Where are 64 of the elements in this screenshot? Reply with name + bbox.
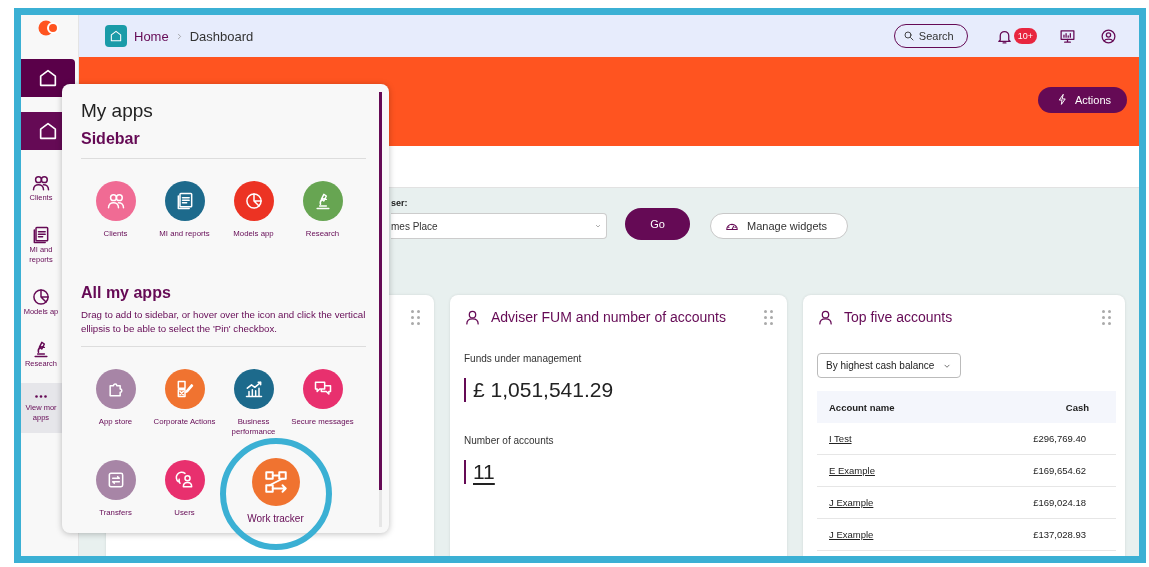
pie-chart-icon	[243, 191, 264, 211]
app-label[interactable]: Work tracker	[230, 513, 321, 524]
account-link[interactable]: J Example	[829, 529, 874, 540]
popup-title: My apps	[81, 100, 154, 122]
breadcrumb-item[interactable]: Home	[134, 28, 169, 44]
app-icon[interactable]	[95, 459, 136, 500]
notification-badge: 10+	[1013, 28, 1037, 44]
home-tile[interactable]	[21, 59, 75, 97]
app-icon[interactable]	[95, 181, 136, 221]
card-title: Adviser FUM and number of accounts	[491, 309, 726, 325]
drag-handle-icon[interactable]	[411, 309, 420, 325]
value-link[interactable]: 11	[473, 460, 495, 483]
sort-dropdown[interactable]: By highest cash balance	[817, 353, 962, 378]
field-label: ser:	[391, 198, 409, 208]
app-icon[interactable]	[164, 181, 205, 221]
ellipsis-icon	[35, 395, 47, 398]
column-header: Account name	[817, 391, 963, 423]
drag-handle-icon[interactable]	[764, 309, 773, 325]
table-cell: £169,024.18	[962, 486, 1116, 519]
document-icon	[31, 225, 51, 245]
search-icon[interactable]	[902, 30, 915, 42]
monitor-icon[interactable]	[1059, 27, 1076, 45]
person-icon	[817, 308, 834, 326]
account-icon[interactable]	[1100, 27, 1117, 45]
people-icon	[31, 173, 51, 193]
column-header: Cash	[962, 391, 1116, 423]
microscope-icon	[31, 339, 51, 359]
card-title: Top five accounts	[844, 309, 953, 325]
people-icon	[105, 191, 126, 211]
field-label: Number of accounts	[464, 435, 555, 446]
app-icon[interactable]	[164, 459, 205, 500]
app-icon[interactable]	[233, 181, 274, 221]
home-icon[interactable]	[105, 25, 127, 47]
table-cell: £296,769.40	[962, 423, 1116, 455]
table-cell: £137,028.93	[962, 518, 1116, 551]
breadcrumb-item: Dashboard	[189, 28, 254, 44]
logo-icon	[38, 20, 60, 36]
go-button[interactable]: Go	[625, 208, 690, 240]
home-icon	[37, 120, 59, 142]
home-glyph-icon	[109, 29, 123, 43]
adviser-select[interactable]: mes Place	[391, 213, 607, 239]
home-icon	[37, 67, 59, 89]
app-icon[interactable]	[95, 368, 136, 409]
app-icon[interactable]	[302, 368, 343, 409]
section-title: All my apps	[81, 283, 172, 302]
pie-chart-icon	[31, 287, 51, 307]
account-link[interactable]: E Example	[829, 465, 875, 476]
manage-widgets-button[interactable]: Manage widgets	[710, 213, 849, 239]
value-text: £ 1,051,541.29	[473, 378, 614, 401]
chevron-down-icon	[594, 222, 602, 230]
app-icon[interactable]	[233, 368, 274, 409]
section-title: Sidebar	[81, 130, 141, 148]
person-icon	[464, 308, 481, 326]
actions-button[interactable]: Actions	[1037, 86, 1127, 113]
app-icon[interactable]	[164, 368, 205, 409]
table-cell: £169,654.62	[962, 454, 1116, 487]
drag-handle-icon[interactable]	[1102, 309, 1111, 325]
account-link[interactable]: J Example	[829, 497, 874, 508]
section-description: Drag to add to sidebar, or hover over the icon and click the vertical ellipsis to be able to select the 'Pin' checkbox.	[81, 307, 367, 336]
workflow-icon	[262, 468, 289, 495]
scrollbar[interactable]	[379, 92, 382, 527]
app-icon[interactable]	[302, 181, 343, 221]
account-link[interactable]: I Test	[829, 433, 852, 444]
field-label: Funds under management	[464, 353, 583, 364]
